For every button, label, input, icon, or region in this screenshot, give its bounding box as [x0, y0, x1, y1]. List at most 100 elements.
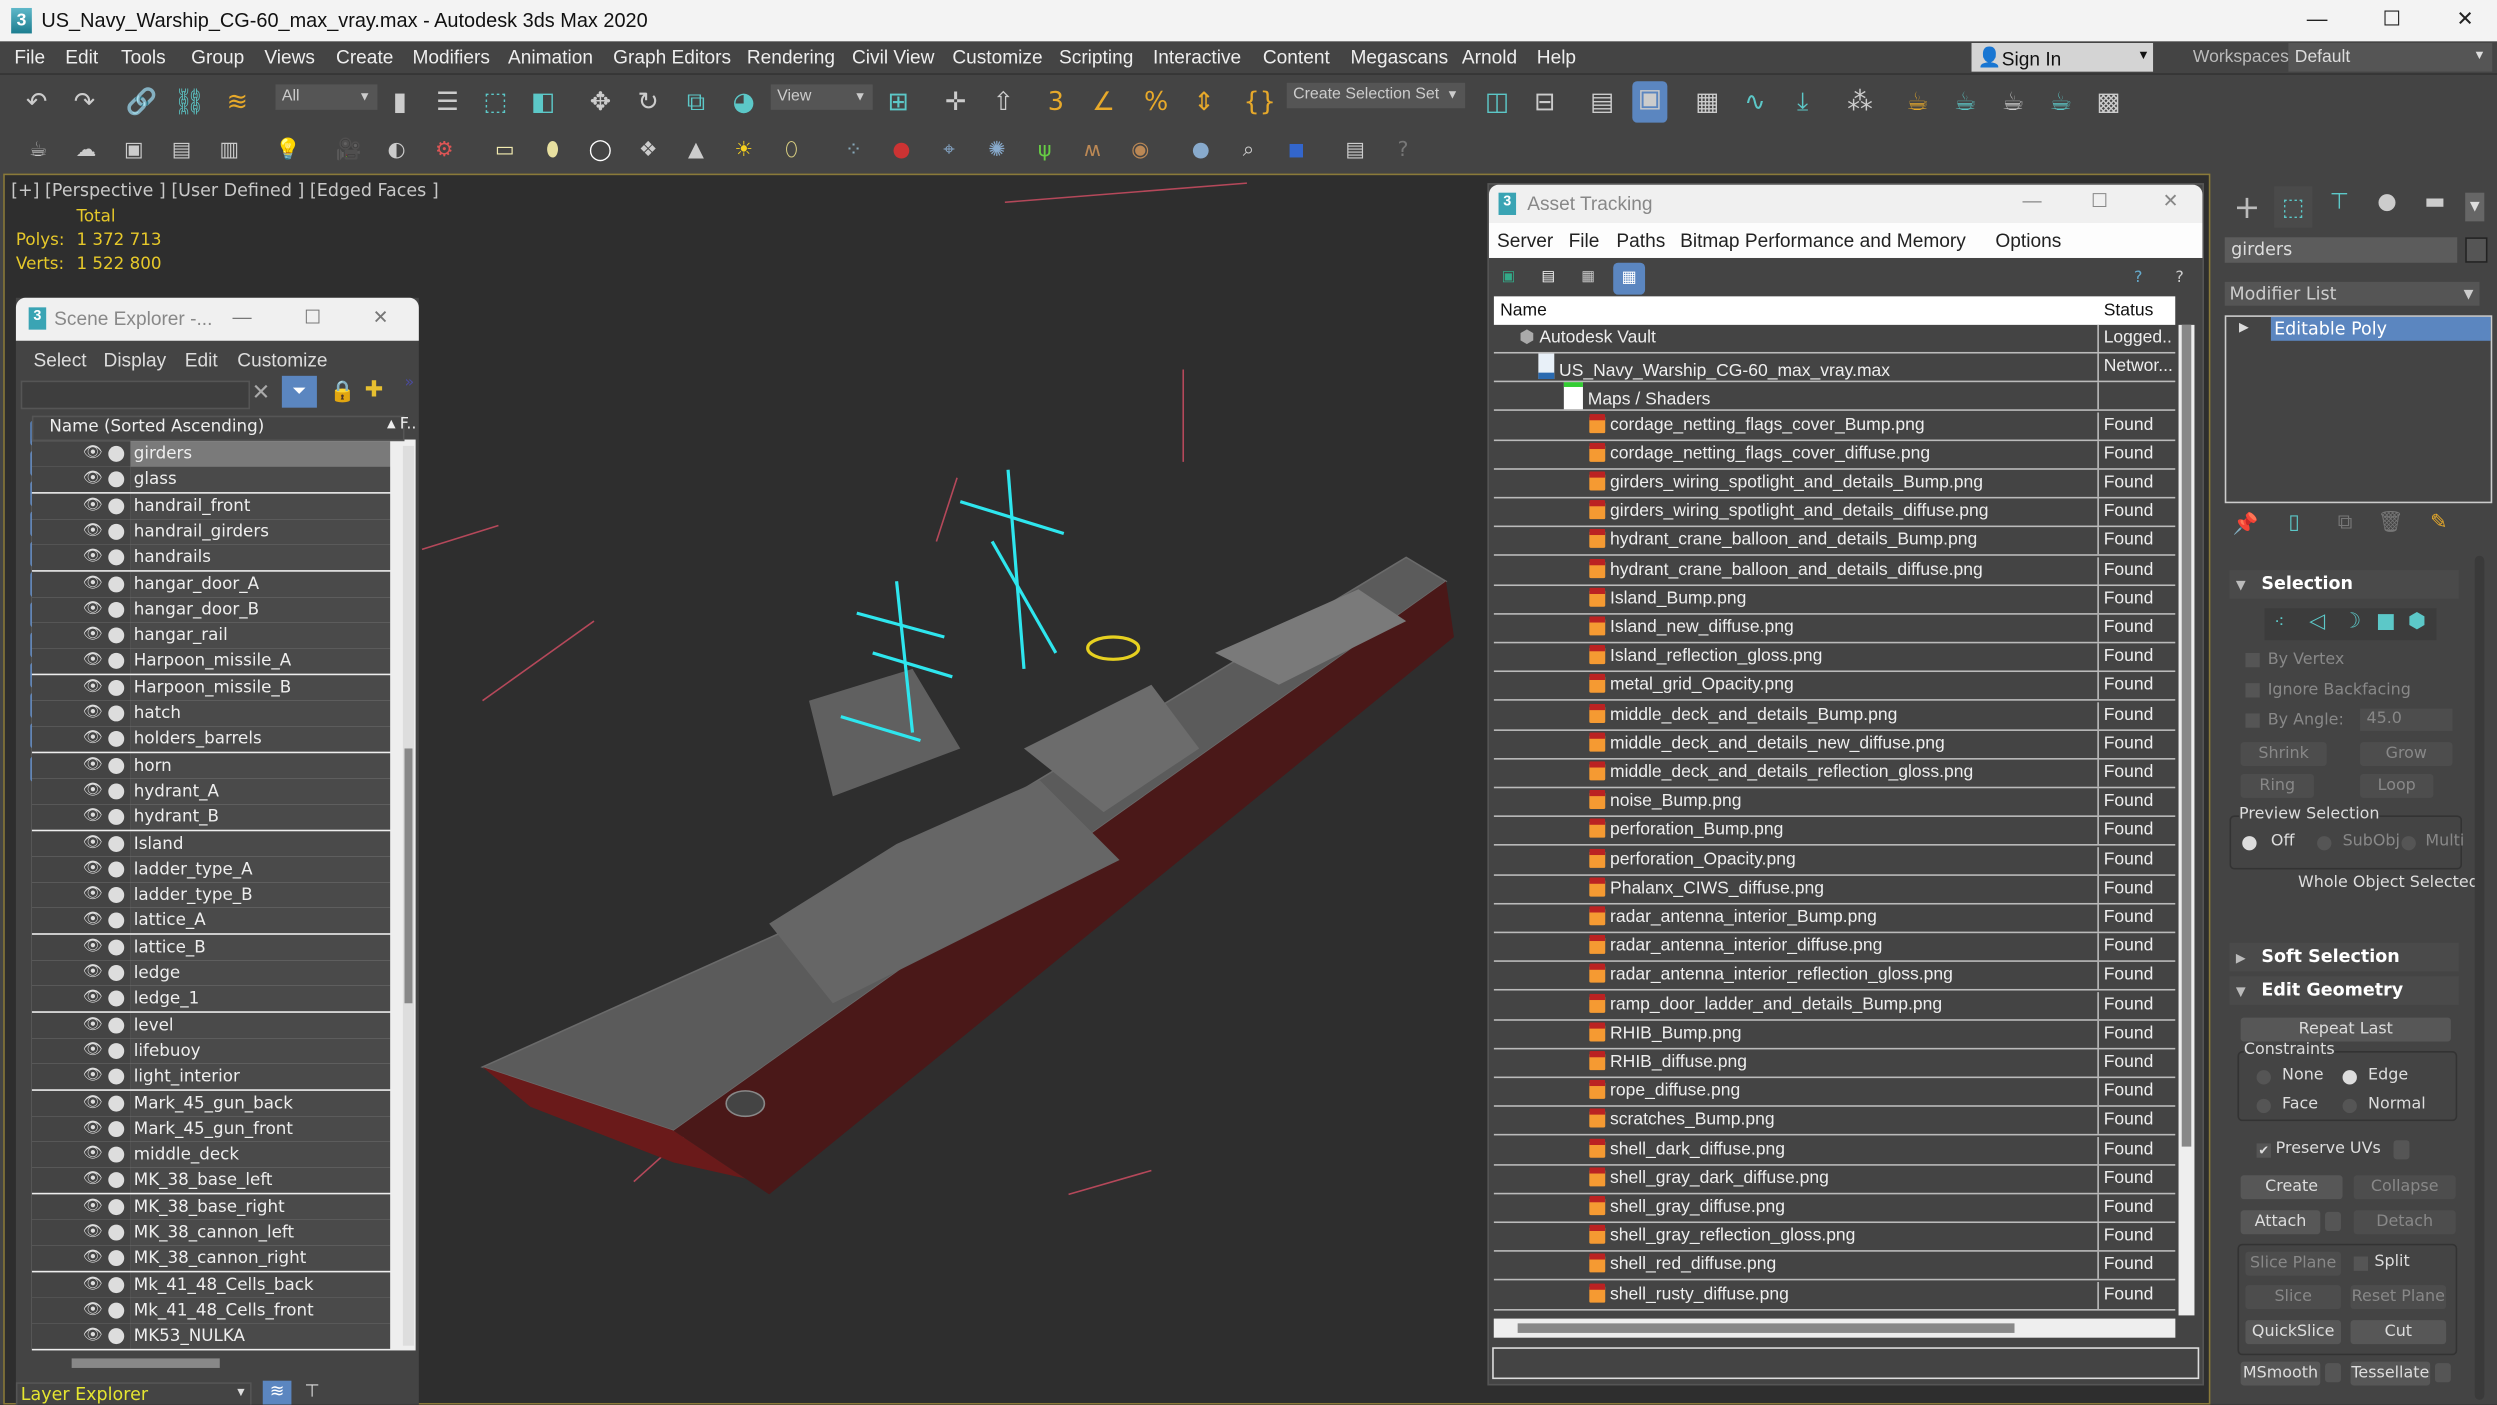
- freeze-toggle-icon[interactable]: [108, 1224, 125, 1241]
- lock-icon[interactable]: 🔒: [330, 381, 356, 405]
- asset-row[interactable]: shell_red_diffuse.png Found: [1493, 1252, 2176, 1281]
- at-menu-options[interactable]: Options: [1995, 229, 2061, 251]
- visibility-eye-icon[interactable]: 👁: [83, 860, 103, 879]
- menu-scripting[interactable]: Scripting: [1059, 46, 1133, 68]
- asset-row[interactable]: ⬢ Autodesk Vault Logged..: [1493, 324, 2176, 354]
- visibility-eye-icon[interactable]: 👁: [83, 470, 103, 489]
- close-button[interactable]: ✕: [2441, 6, 2489, 35]
- plane-icon[interactable]: ⌖: [935, 137, 964, 166]
- redo-icon[interactable]: ↷: [67, 84, 102, 119]
- detach-button[interactable]: Detach: [2353, 1210, 2456, 1235]
- keyboard-shortcut-override-icon[interactable]: ⇧: [986, 84, 1021, 119]
- render-settings-icon[interactable]: ▤: [167, 137, 196, 166]
- material-editor-icon[interactable]: ⁂: [1843, 84, 1878, 119]
- asset-row[interactable]: hydrant_crane_balloon_and_details_diffus…: [1493, 556, 2176, 586]
- scene-object-row[interactable]: 👁 hangar_door_B: [31, 596, 391, 623]
- by-angle-checkbox[interactable]: [2245, 713, 2260, 728]
- mirror-icon[interactable]: ◫: [1479, 84, 1514, 119]
- camera-utility-icon[interactable]: ⚙: [430, 137, 459, 166]
- render-elements-icon[interactable]: ▥: [215, 137, 244, 166]
- se-menu-display[interactable]: Display: [104, 349, 167, 371]
- attach-settings-button[interactable]: [2325, 1211, 2341, 1232]
- scene-object-row[interactable]: 👁 hatch: [31, 700, 391, 727]
- menu-edit[interactable]: Edit: [65, 46, 98, 68]
- layers-icon[interactable]: ≋: [262, 1380, 292, 1405]
- workspaces-dropdown[interactable]: Default ▼: [2288, 42, 2493, 72]
- slice-button[interactable]: Slice: [2245, 1285, 2341, 1310]
- show-end-result-icon[interactable]: ▯: [2288, 511, 2299, 535]
- polygon-mode-icon[interactable]: ■: [2376, 610, 2396, 634]
- proxy-icon[interactable]: ⁘: [839, 137, 868, 166]
- object-properties-icon[interactable]: ◼: [1282, 137, 1311, 166]
- asset-row[interactable]: Maps / Shaders: [1493, 382, 2176, 412]
- scene-object-row[interactable]: 👁 hangar_door_A: [31, 570, 391, 597]
- scene-object-row[interactable]: 👁 handrail_front: [31, 493, 391, 519]
- schematic-view-icon[interactable]: ⤓: [1785, 84, 1820, 119]
- asset-row[interactable]: RHIB_diffuse.png Found: [1493, 1049, 2176, 1079]
- list-view-icon[interactable]: ▤: [1542, 269, 1558, 288]
- shrink-button[interactable]: Shrink: [2240, 742, 2327, 766]
- asset-row[interactable]: metal_grid_Opacity.png Found: [1493, 672, 2176, 702]
- close-button[interactable]: ✕: [2163, 190, 2179, 212]
- se-menu-select[interactable]: Select: [33, 349, 86, 371]
- constraint-edge-radio[interactable]: [2342, 1070, 2357, 1085]
- maximize-button[interactable]: ☐: [2091, 190, 2108, 212]
- scene-object-row[interactable]: 👁 middle_deck: [31, 1141, 391, 1168]
- asset-row[interactable]: shell_rusty_diffuse.png Found: [1493, 1281, 2176, 1310]
- dome-light-icon[interactable]: ⬮: [538, 137, 567, 166]
- help-icon[interactable]: ?: [2175, 269, 2183, 287]
- render-active-shade-icon[interactable]: ☕: [2043, 84, 2078, 119]
- cloud-icon[interactable]: ☁: [72, 137, 101, 166]
- hair-fur-icon[interactable]: ʍ: [1078, 137, 1107, 166]
- scene-scroll-thumb[interactable]: [404, 748, 413, 1004]
- asset-row[interactable]: shell_gray_dark_diffuse.png Found: [1493, 1165, 2176, 1195]
- visibility-eye-icon[interactable]: 👁: [83, 600, 103, 619]
- select-object-icon[interactable]: ▮: [382, 84, 417, 119]
- visibility-eye-icon[interactable]: 👁: [83, 886, 103, 905]
- scene-vertical-scrollbar[interactable]: [402, 445, 415, 1346]
- scene-object-row[interactable]: 👁 handrails: [31, 544, 391, 571]
- unlink-icon[interactable]: ⛓: [172, 84, 207, 119]
- scene-object-row[interactable]: 👁 Harpoon_missile_B: [31, 674, 391, 701]
- scene-object-row[interactable]: 👁 Mk_41_48_Cells_front: [31, 1297, 391, 1324]
- scene-object-row[interactable]: 👁 ledge_1: [31, 986, 391, 1012]
- curve-editor-icon[interactable]: ∿: [1737, 84, 1772, 119]
- freeze-toggle-icon[interactable]: [108, 939, 125, 956]
- minimize-button[interactable]: —: [233, 306, 252, 328]
- at-menu-bitmap-performance[interactable]: Bitmap Performance and Memory: [1680, 229, 1966, 251]
- asset-row[interactable]: radar_antenna_interior_diffuse.png Found: [1493, 933, 2176, 963]
- soft-selection-rollout-header[interactable]: ▶ Soft Selection: [2229, 942, 2459, 972]
- cut-button[interactable]: Cut: [2350, 1320, 2447, 1345]
- hierarchy-icon[interactable]: ⊤: [301, 1381, 323, 1405]
- asset-horizontal-scrollbar[interactable]: [1493, 1318, 2176, 1338]
- asset-row[interactable]: scratches_Bump.png Found: [1493, 1107, 2176, 1137]
- freeze-toggle-icon[interactable]: [108, 1198, 125, 1215]
- teapot-icon[interactable]: ☕: [24, 137, 53, 166]
- visibility-eye-icon[interactable]: 👁: [83, 937, 103, 956]
- freeze-toggle-icon[interactable]: [108, 835, 125, 852]
- fur-grass-icon[interactable]: ψ: [1030, 137, 1059, 166]
- sign-in-dropdown[interactable]: 👤 Sign In ▼: [1971, 42, 2154, 72]
- visibility-eye-icon[interactable]: 👁: [83, 1223, 103, 1242]
- msmooth-button[interactable]: MSmooth: [2240, 1361, 2321, 1386]
- visibility-eye-icon[interactable]: 👁: [83, 1327, 103, 1346]
- pin-stack-icon[interactable]: 📌: [2233, 513, 2259, 537]
- scene-object-row[interactable]: 👁 Mk_41_48_Cells_back: [31, 1271, 391, 1298]
- freeze-toggle-icon[interactable]: [108, 1016, 125, 1033]
- scene-object-row[interactable]: 👁 holders_barrels: [31, 726, 391, 753]
- asset-row[interactable]: cordage_netting_flags_cover_diffuse.png F…: [1493, 440, 2176, 470]
- motion-tab-icon[interactable]: ●: [2370, 190, 2405, 225]
- vray-log-icon[interactable]: ▤: [1341, 137, 1370, 166]
- freeze-toggle-icon[interactable]: [108, 783, 125, 800]
- column-name[interactable]: Name: [1500, 301, 1547, 320]
- scene-horizontal-scrollbar[interactable]: [71, 1358, 220, 1368]
- constraint-normal-radio[interactable]: [2342, 1098, 2357, 1114]
- scene-object-row[interactable]: 👁 glass: [31, 467, 391, 493]
- scene-object-row[interactable]: 👁 horn: [31, 752, 391, 779]
- visibility-eye-icon[interactable]: 👁: [83, 1249, 103, 1268]
- element-mode-icon[interactable]: ⬢: [2408, 610, 2426, 634]
- asset-hscroll-thumb[interactable]: [1517, 1323, 2015, 1333]
- menu-group[interactable]: Group: [191, 46, 244, 68]
- scene-object-row[interactable]: 👁 ledge: [31, 960, 391, 986]
- visibility-eye-icon[interactable]: 👁: [83, 989, 103, 1008]
